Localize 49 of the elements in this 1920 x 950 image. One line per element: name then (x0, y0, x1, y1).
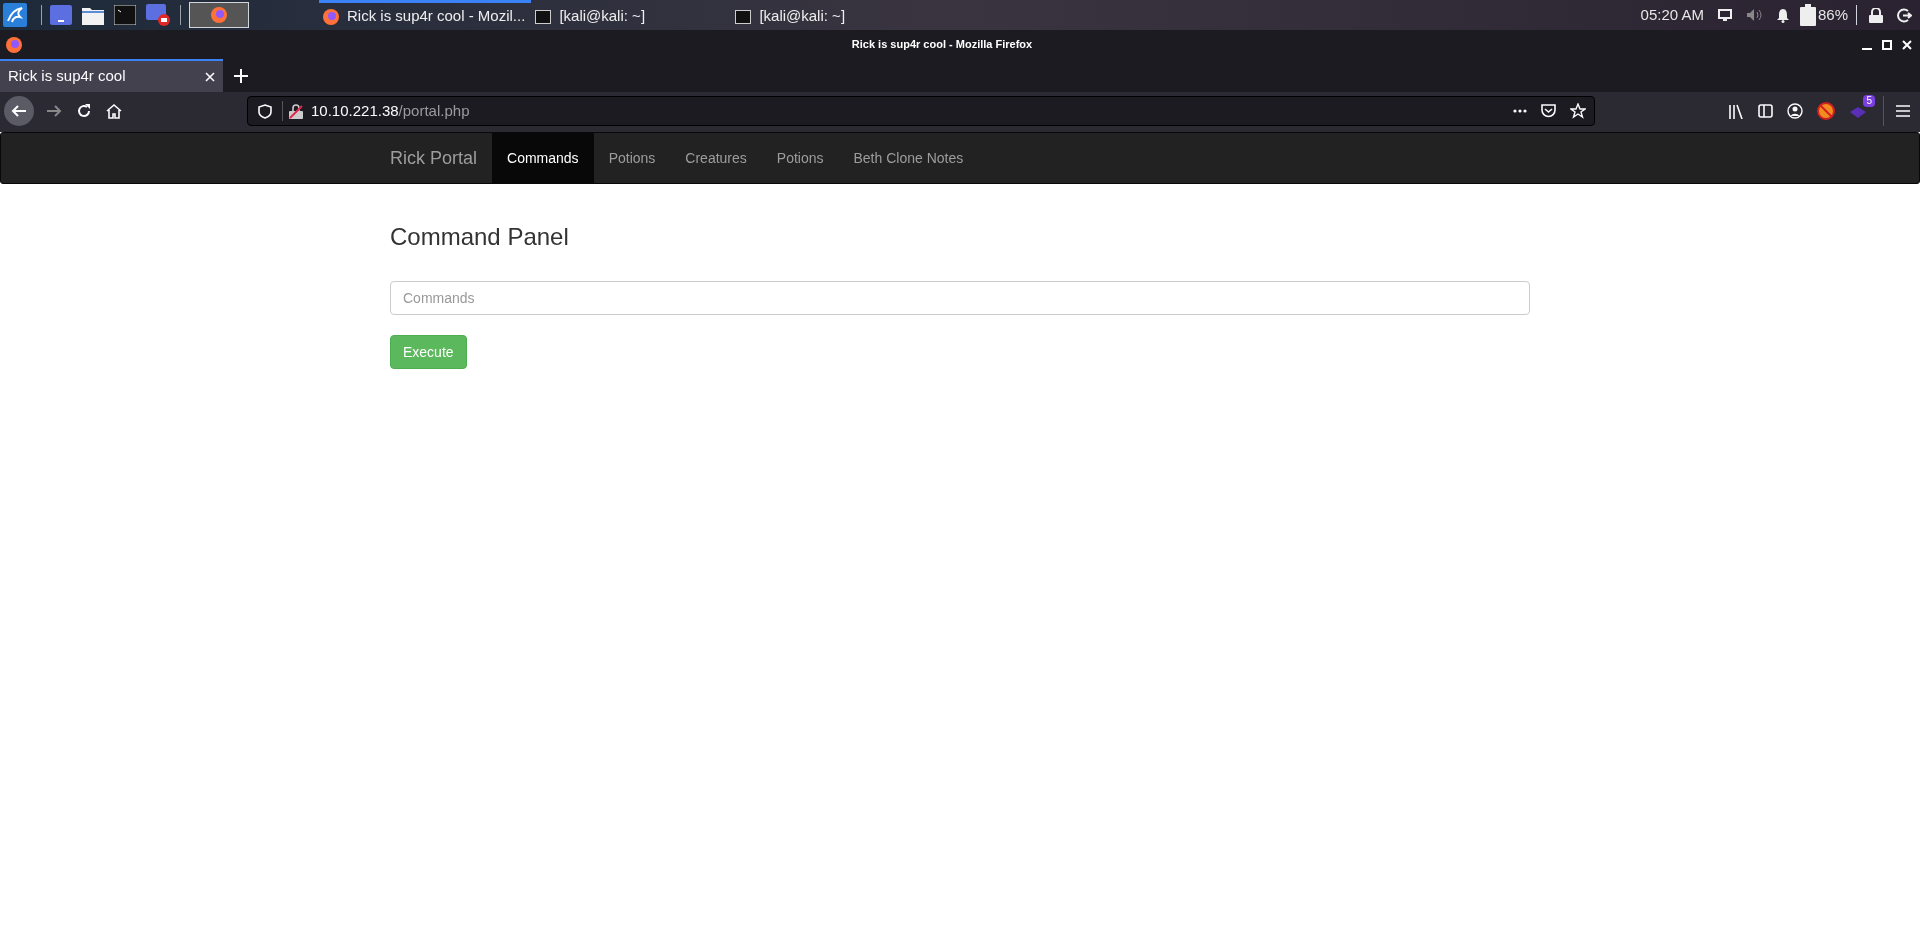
account-icon[interactable] (1787, 103, 1803, 119)
page-heading: Command Panel (390, 222, 570, 252)
url-text: 10.10.221.38/portal.php (311, 100, 470, 121)
nav-link[interactable]: Commands (492, 133, 594, 183)
menu-icon[interactable] (1896, 105, 1910, 117)
new-tab-icon[interactable] (234, 68, 248, 83)
desktop-icon[interactable] (50, 5, 72, 25)
taskbar-window-button[interactable]: [kali@kali: ~] (531, 0, 732, 30)
star-icon[interactable] (1570, 103, 1586, 119)
screen-recorder-icon[interactable] (146, 4, 170, 26)
firefox-taskbar-button[interactable] (189, 2, 249, 28)
logout-icon[interactable] (1897, 7, 1912, 23)
battery-percentage: 86% (1817, 4, 1848, 25)
address-bar[interactable]: 10.10.221.38/portal.php (247, 96, 1595, 126)
forward-arrow-icon[interactable] (46, 103, 62, 119)
library-icon[interactable] (1728, 103, 1744, 119)
terminal-icon (735, 9, 752, 24)
window-title: Rick is sup4r cool - Mozilla Firefox (851, 37, 1033, 53)
commands-field[interactable]: Commands (390, 281, 1530, 315)
close-icon[interactable] (1902, 39, 1912, 50)
nav-link[interactable]: Creatures (670, 133, 762, 183)
terminal-icon[interactable] (114, 5, 136, 25)
notification-badge: 5 (1863, 95, 1875, 107)
reload-icon[interactable] (76, 103, 92, 119)
nav-link[interactable]: Potions (761, 133, 839, 183)
shield-icon[interactable] (258, 103, 272, 119)
display-icon[interactable] (1717, 9, 1732, 21)
back-arrow-icon (11, 103, 27, 119)
nav-link[interactable]: Potions (593, 133, 671, 183)
folder-icon[interactable] (82, 5, 104, 25)
close-icon[interactable] (205, 71, 215, 82)
extension-icon[interactable] (1817, 102, 1835, 120)
terminal-icon (535, 9, 552, 24)
nav-link[interactable]: Beth Clone Notes (838, 133, 979, 183)
insecure-lock-icon[interactable] (289, 103, 303, 119)
back-button[interactable] (4, 96, 34, 126)
browser-tab[interactable]: Rick is sup4r cool (0, 59, 223, 92)
battery-icon (1799, 4, 1816, 26)
more-icon[interactable] (1513, 109, 1527, 113)
home-icon[interactable] (106, 103, 122, 119)
maximize-icon[interactable] (1882, 39, 1892, 50)
pocket-icon[interactable] (1541, 104, 1556, 118)
brand-link[interactable]: Rick Portal (375, 133, 493, 183)
clock: 05:20 AM (1640, 4, 1704, 25)
volume-icon[interactable] (1745, 8, 1762, 22)
bell-icon[interactable] (1775, 7, 1790, 23)
sidebar-icon[interactable] (1758, 104, 1773, 118)
lock-icon[interactable] (1869, 7, 1883, 23)
taskbar-window-button[interactable]: [kali@kali: ~] (731, 0, 932, 30)
